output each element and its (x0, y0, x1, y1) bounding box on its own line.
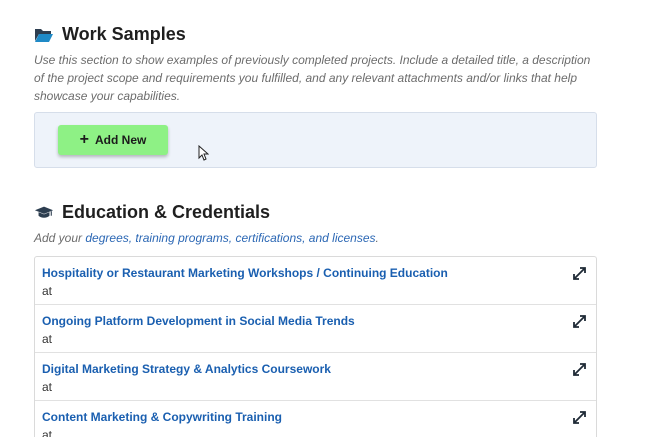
list-item[interactable]: Digital Marketing Strategy & Analytics C… (35, 353, 596, 401)
credential-title[interactable]: Ongoing Platform Development in Social M… (42, 314, 355, 328)
graduation-cap-icon (34, 204, 54, 222)
expand-icon[interactable] (573, 411, 586, 424)
work-samples-title: Work Samples (62, 24, 186, 44)
work-samples-panel: + Add New (34, 112, 597, 168)
credential-subtitle: at (42, 380, 53, 394)
credential-subtitle: at (42, 428, 53, 437)
credential-subtitle: at (42, 284, 53, 298)
list-item[interactable]: Hospitality or Restaurant Marketing Work… (35, 257, 596, 305)
work-samples-header: Work Samples (34, 24, 596, 45)
credentials-list: Hospitality or Restaurant Marketing Work… (34, 256, 597, 437)
mouse-cursor-icon (198, 144, 210, 166)
work-samples-description: Use this section to show examples of pre… (34, 53, 591, 103)
expand-icon[interactable] (573, 315, 586, 328)
expand-icon[interactable] (573, 267, 586, 280)
education-header: Education & Credentials (34, 202, 596, 223)
credential-title[interactable]: Digital Marketing Strategy & Analytics C… (42, 362, 331, 376)
credential-title[interactable]: Content Marketing & Copywriting Training (42, 410, 282, 424)
add-new-label: Add New (95, 133, 147, 147)
education-description-link: degrees, training programs, certificatio… (85, 231, 376, 245)
education-description-suffix: . (375, 231, 379, 245)
expand-icon[interactable] (573, 363, 586, 376)
credential-title[interactable]: Hospitality or Restaurant Marketing Work… (42, 266, 448, 280)
folder-open-icon (34, 26, 54, 44)
education-section: Education & Credentials Add your degrees… (34, 202, 596, 247)
add-new-button[interactable]: + Add New (58, 125, 168, 155)
education-description-prefix: Add your (34, 231, 86, 245)
list-item[interactable]: Ongoing Platform Development in Social M… (35, 305, 596, 353)
education-description: Add your degrees, training programs, cer… (34, 229, 596, 247)
credential-subtitle: at (42, 332, 53, 346)
education-title: Education & Credentials (62, 202, 271, 222)
plus-icon: + (79, 131, 89, 148)
list-item[interactable]: Content Marketing & Copywriting Training… (35, 401, 596, 437)
work-samples-section: Work Samples Use this section to show ex… (34, 24, 596, 105)
